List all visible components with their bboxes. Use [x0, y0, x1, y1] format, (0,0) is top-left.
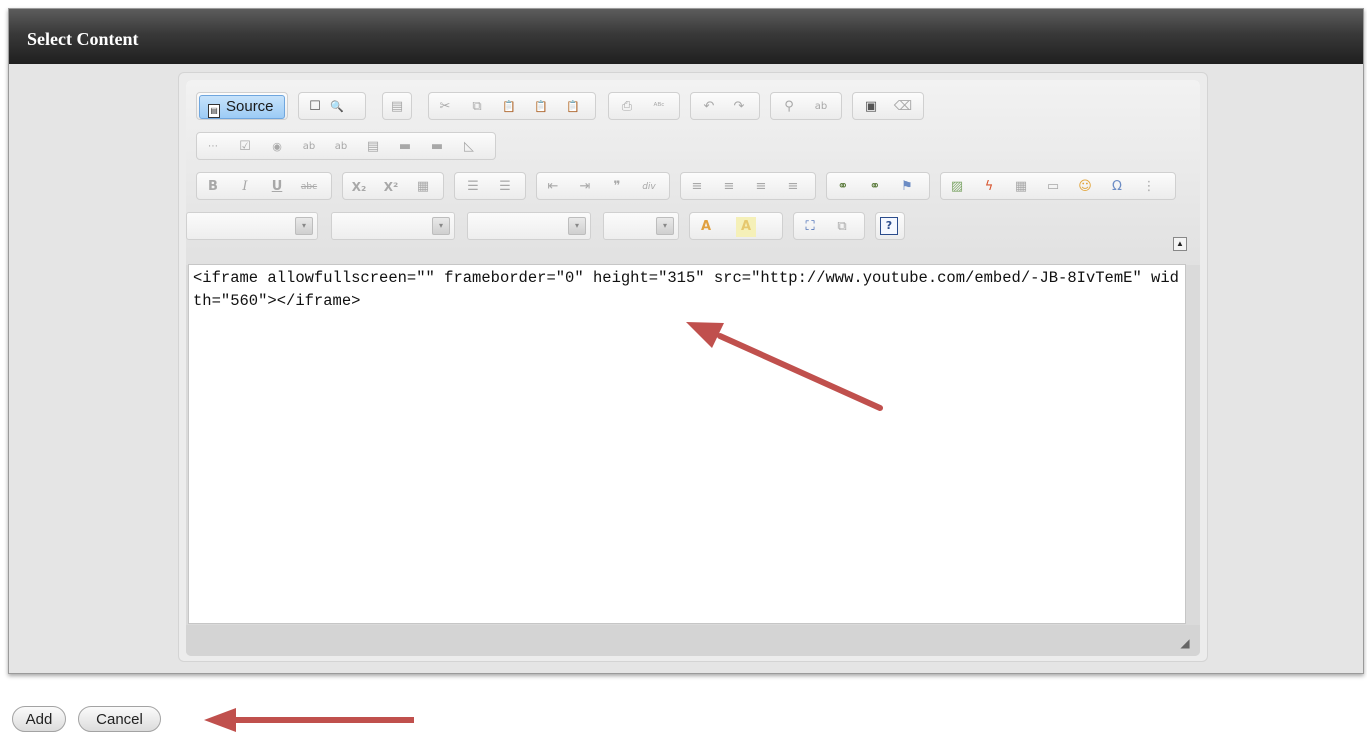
annotation-arrows [204, 322, 883, 732]
annotation-arrow-content [686, 322, 883, 411]
annotation-arrow-add [204, 708, 414, 732]
